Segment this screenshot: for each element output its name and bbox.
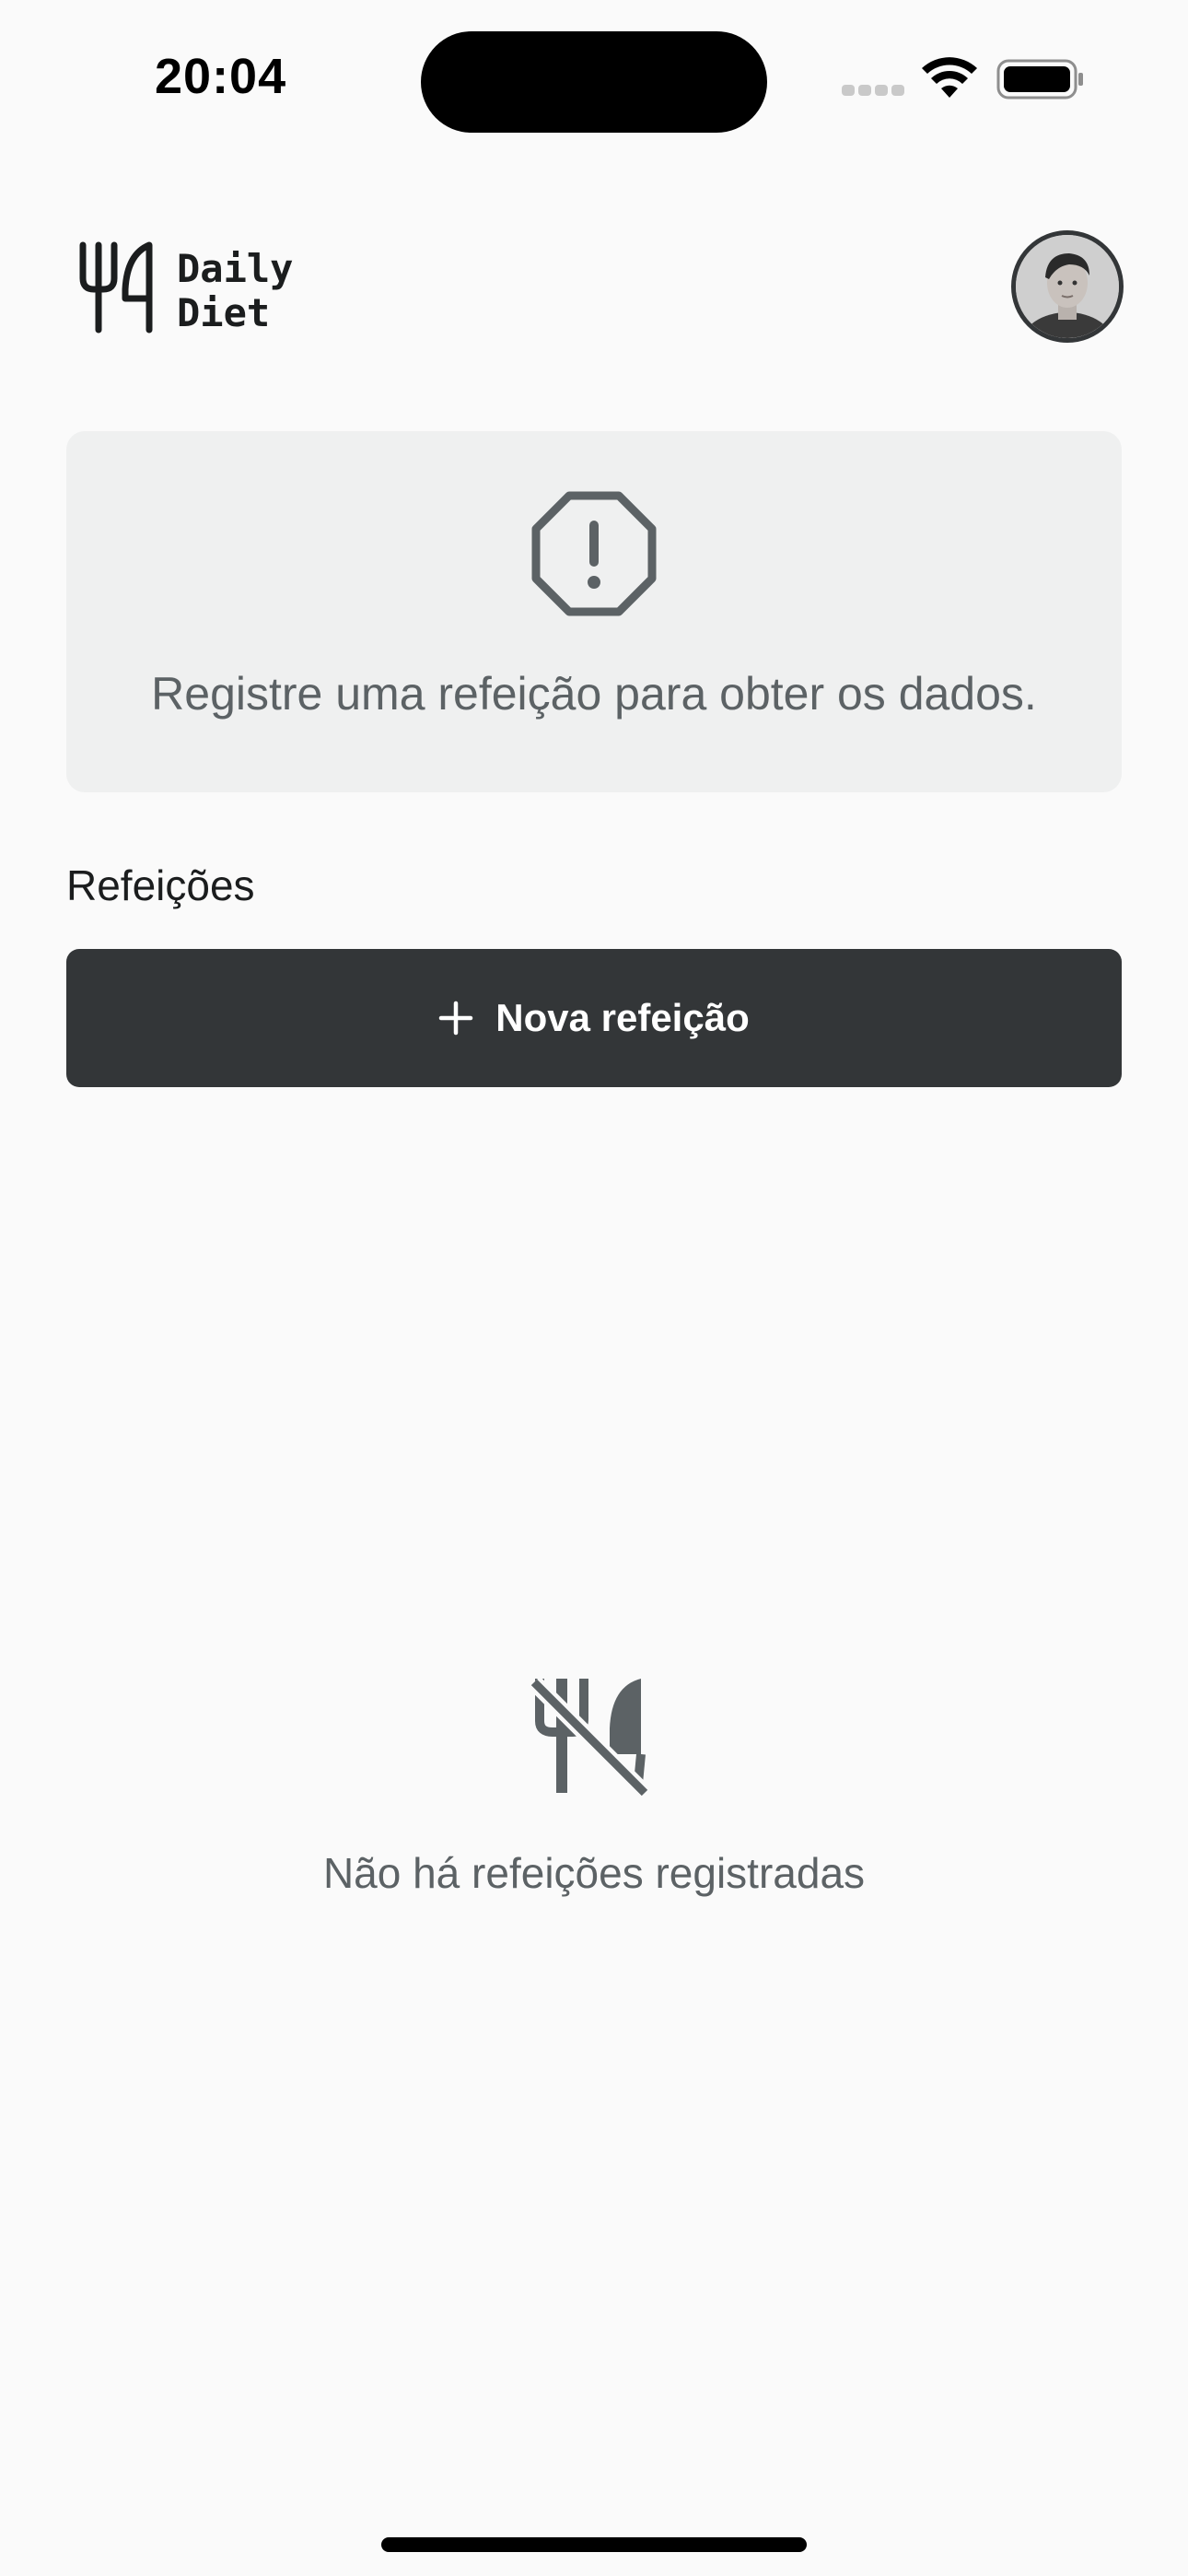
logo-line-daily: Daily	[177, 246, 294, 291]
home-screen: 20:04 Daily Diet Registre uma refeição p…	[0, 0, 1188, 2576]
fork-knife-logo-icon	[79, 241, 153, 334]
warning-octagon-icon	[531, 491, 657, 616]
logo-line-diet: Diet	[177, 290, 271, 335]
stats-card[interactable]: Registre uma refeição para obter os dado…	[66, 431, 1122, 792]
empty-meals-message: Não há refeições registradas	[322, 1849, 866, 1897]
dynamic-island	[421, 31, 767, 133]
new-meal-button[interactable]: Nova refeição	[66, 949, 1122, 1087]
new-meal-label: Nova refeição	[495, 996, 750, 1039]
user-avatar[interactable]	[1011, 230, 1124, 343]
battery-icon	[996, 59, 1083, 100]
app-logo: Daily Diet	[79, 241, 300, 345]
meals-section-title: Refeições	[66, 861, 255, 909]
avatar-photo	[1016, 235, 1119, 338]
no-meals-icon	[528, 1676, 651, 1798]
logo-text: Daily Diet	[177, 247, 293, 335]
status-bar: 20:04	[0, 0, 1188, 147]
stats-message: Registre uma refeição para obter os dado…	[151, 668, 1037, 720]
app-header: Daily Diet	[66, 230, 1124, 345]
plus-icon	[439, 1001, 473, 1036]
wifi-icon	[922, 57, 977, 98]
status-time: 20:04	[155, 49, 287, 104]
home-indicator[interactable]	[381, 2537, 807, 2552]
cellular-signal-icon	[842, 85, 906, 98]
